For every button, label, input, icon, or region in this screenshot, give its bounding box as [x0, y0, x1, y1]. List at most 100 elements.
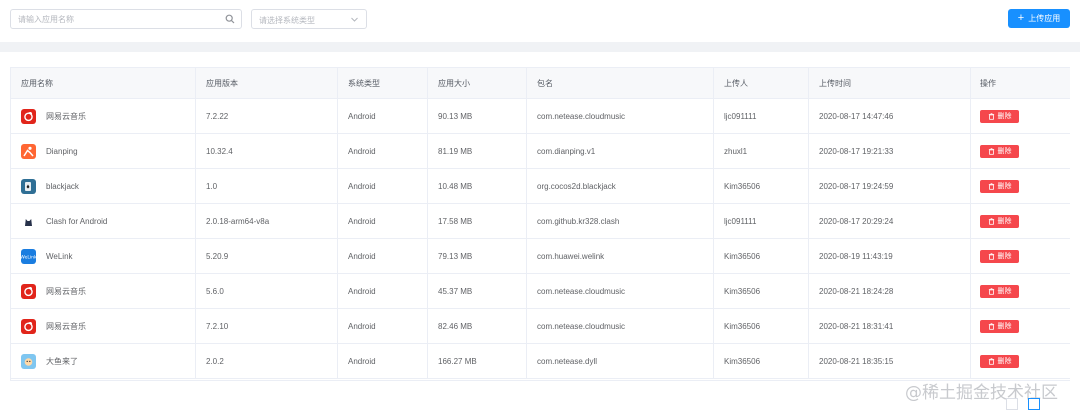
- app-name-cell: blackjack: [11, 169, 196, 203]
- column-header-os: 系统类型: [338, 68, 428, 98]
- system-type: Android: [338, 204, 428, 238]
- table-row: 网易云音乐 7.2.22 Android 90.13 MB com.netease.cl…: [11, 99, 1070, 134]
- app-name-cell: 大鱼来了: [11, 344, 196, 378]
- system-type-placeholder: 请选择系统类型: [259, 16, 315, 25]
- upload-time: 2020-08-21 18:31:41: [809, 309, 971, 343]
- app-name-cell: WeLink WeLink: [11, 239, 196, 273]
- dianping-icon: [21, 143, 36, 159]
- delete-label: 删除: [997, 113, 1012, 120]
- uploader: Kim36506: [714, 239, 809, 273]
- app-version: 10.32.4: [196, 134, 338, 168]
- upload-time: 2020-08-19 11:43:19: [809, 239, 971, 273]
- delete-button[interactable]: 删除: [980, 249, 1019, 263]
- uploader: Kim36506: [714, 274, 809, 308]
- table-row: 大鱼来了 2.0.2 Android 166.27 MB com.netease.dyl…: [11, 344, 1070, 379]
- actions-cell: 删除: [971, 239, 1070, 273]
- app-size: 10.48 MB: [428, 169, 527, 203]
- app-size: 166.27 MB: [428, 344, 527, 378]
- column-header-app-name: 应用名称: [11, 68, 196, 98]
- column-header-upload-time: 上传时间: [809, 68, 971, 98]
- search-input[interactable]: [11, 10, 216, 28]
- blackjack-icon: [21, 178, 36, 194]
- package-name: org.cocos2d.blackjack: [527, 169, 714, 203]
- system-type: Android: [338, 344, 428, 378]
- pagination-page-button[interactable]: [1028, 398, 1040, 410]
- app-name: Clash for Android: [46, 216, 108, 226]
- app-name-cell: 网易云音乐: [11, 99, 196, 133]
- system-type: Android: [338, 169, 428, 203]
- delete-label: 删除: [997, 218, 1012, 225]
- trash-icon: [988, 182, 994, 190]
- trash-icon: [988, 252, 994, 260]
- uploader: Kim36506: [714, 169, 809, 203]
- column-header-package: 包名: [527, 68, 714, 98]
- delete-label: 删除: [997, 288, 1012, 295]
- app-version: 2.0.18-arm64-v8a: [196, 204, 338, 238]
- clash-icon: [21, 213, 36, 229]
- app-name: 网易云音乐: [46, 111, 86, 121]
- column-header-size: 应用大小: [428, 68, 527, 98]
- plus-icon: +: [1017, 12, 1025, 24]
- package-name: com.netease.cloudmusic: [527, 99, 714, 133]
- app-name: 网易云音乐: [46, 286, 86, 296]
- system-type: Android: [338, 239, 428, 273]
- package-name: com.netease.cloudmusic: [527, 274, 714, 308]
- app-name: Dianping: [46, 146, 78, 156]
- column-header-uploader: 上传人: [714, 68, 809, 98]
- app-version: 5.6.0: [196, 274, 338, 308]
- search-field[interactable]: [10, 9, 242, 29]
- delete-button[interactable]: 删除: [980, 284, 1019, 298]
- svg-text:WeLink: WeLink: [21, 254, 36, 260]
- app-version: 1.0: [196, 169, 338, 203]
- system-type: Android: [338, 134, 428, 168]
- search-icon[interactable]: [225, 14, 235, 24]
- table-row: 网易云音乐 5.6.0 Android 45.37 MB com.netease.clo…: [11, 274, 1070, 309]
- upload-time: 2020-08-17 20:29:24: [809, 204, 971, 238]
- app-name: WeLink: [46, 251, 73, 261]
- upload-time: 2020-08-17 19:21:33: [809, 134, 971, 168]
- actions-cell: 删除: [971, 134, 1070, 168]
- upload-time: 2020-08-21 18:24:28: [809, 274, 971, 308]
- welink-icon: WeLink: [21, 248, 36, 264]
- delete-button[interactable]: 删除: [980, 319, 1019, 333]
- uploader: ljc091111: [714, 204, 809, 238]
- netease-music-icon: [21, 283, 36, 299]
- delete-button[interactable]: 删除: [980, 109, 1019, 123]
- package-name: com.netease.cloudmusic: [527, 309, 714, 343]
- app-name: blackjack: [46, 181, 79, 191]
- system-type: Android: [338, 274, 428, 308]
- uploader: Kim36506: [714, 309, 809, 343]
- trash-icon: [988, 322, 994, 330]
- app-name-cell: 网易云音乐: [11, 309, 196, 343]
- delete-button[interactable]: 删除: [980, 354, 1019, 368]
- delete-label: 删除: [997, 148, 1012, 155]
- upload-app-label: 上传应用: [1028, 14, 1061, 23]
- actions-cell: 删除: [971, 99, 1070, 133]
- trash-icon: [988, 357, 994, 365]
- actions-cell: 删除: [971, 344, 1070, 378]
- app-name-cell: Dianping: [11, 134, 196, 168]
- table-row: WeLink WeLink 5.20.9 Android 79.13 MB com.hua…: [11, 239, 1070, 274]
- trash-icon: [988, 217, 994, 225]
- app-size: 45.37 MB: [428, 274, 527, 308]
- package-name: com.dianping.v1: [527, 134, 714, 168]
- system-type-select[interactable]: 请选择系统类型: [251, 9, 367, 29]
- delete-button[interactable]: 删除: [980, 179, 1019, 193]
- uploader: ljc091111: [714, 99, 809, 133]
- table-row: Clash for Android 2.0.18-arm64-v8a Android…: [11, 204, 1070, 239]
- pagination-prev-button[interactable]: [1006, 398, 1018, 410]
- app-size: 17.58 MB: [428, 204, 527, 238]
- trash-icon: [988, 287, 994, 295]
- upload-time: 2020-08-17 19:24:59: [809, 169, 971, 203]
- delete-button[interactable]: 删除: [980, 144, 1019, 158]
- uploader: zhuxl1: [714, 134, 809, 168]
- app-name: 网易云音乐: [46, 321, 86, 331]
- table-row: 网易云音乐 7.2.10 Android 82.46 MB com.netease.cl…: [11, 309, 1070, 344]
- table-row: Dianping 10.32.4 Android 81.19 MB com.dianpi…: [11, 134, 1070, 169]
- delete-button[interactable]: 删除: [980, 214, 1019, 228]
- app-size: 82.46 MB: [428, 309, 527, 343]
- upload-app-button[interactable]: + 上传应用: [1008, 9, 1070, 28]
- delete-label: 删除: [997, 253, 1012, 260]
- section-divider: [0, 42, 1080, 52]
- app-version: 5.20.9: [196, 239, 338, 273]
